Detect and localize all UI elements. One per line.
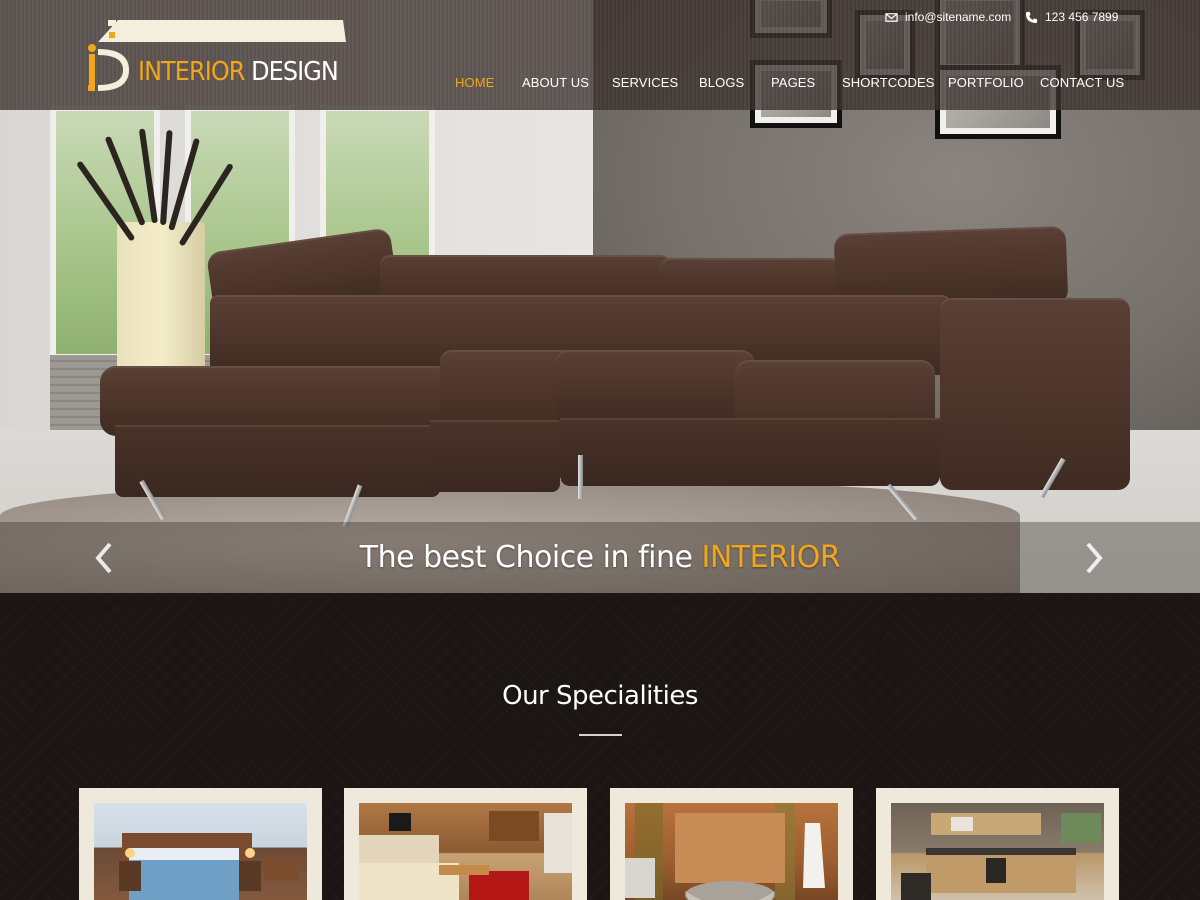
specialities-section: Our Specialities bbox=[0, 593, 1200, 900]
hero-caption: The best Choice in fine INTERIOR bbox=[359, 540, 841, 575]
chevron-left-icon[interactable] bbox=[90, 538, 120, 578]
section-divider bbox=[579, 734, 622, 736]
main-nav: HOME ABOUT US SERVICES BLOGS PAGES SHORT… bbox=[0, 75, 1200, 93]
kitchen-image[interactable] bbox=[891, 803, 1104, 900]
speciality-card-kitchen[interactable] bbox=[876, 788, 1119, 900]
nav-item-portfolio[interactable]: PORTFOLIO bbox=[948, 75, 1024, 90]
nav-item-services[interactable]: SERVICES bbox=[612, 75, 678, 90]
bedroom-image[interactable] bbox=[94, 803, 307, 900]
speciality-card-bedroom[interactable] bbox=[79, 788, 322, 900]
bathroom-image[interactable] bbox=[625, 803, 838, 900]
phone-icon bbox=[1025, 11, 1038, 23]
nav-item-about-us[interactable]: ABOUT US bbox=[522, 75, 589, 90]
header-email[interactable]: info@sitename.com bbox=[885, 10, 1011, 24]
chevron-right-icon[interactable] bbox=[1078, 538, 1108, 578]
hero-vase bbox=[117, 222, 205, 372]
hero-caption-bar: The best Choice in fine INTERIOR bbox=[0, 522, 1200, 593]
header-phone-text[interactable]: 123 456 7899 bbox=[1045, 10, 1118, 24]
living-room-image[interactable] bbox=[359, 803, 572, 900]
specialities-title: Our Specialities bbox=[502, 681, 698, 711]
speciality-card-bathroom[interactable] bbox=[610, 788, 853, 900]
nav-item-contact-us[interactable]: CONTACT US bbox=[1040, 75, 1124, 90]
nav-item-home[interactable]: HOME bbox=[455, 75, 494, 90]
hero-caption-main: The best Choice in fine bbox=[359, 540, 693, 575]
header-phone[interactable]: 123 456 7899 bbox=[1025, 10, 1118, 24]
hero-caption-accent: INTERIOR bbox=[701, 540, 841, 575]
envelope-icon bbox=[885, 12, 898, 22]
nav-item-pages[interactable]: PAGES bbox=[771, 75, 815, 90]
speciality-card-living-room[interactable] bbox=[344, 788, 587, 900]
header-email-text[interactable]: info@sitename.com bbox=[905, 10, 1011, 24]
nav-item-shortcodes[interactable]: SHORTCODES bbox=[842, 75, 935, 90]
site-header: INTERIOR DESIGN info@sitename.com 123 45… bbox=[0, 0, 1200, 110]
nav-item-blogs[interactable]: BLOGS bbox=[699, 75, 744, 90]
